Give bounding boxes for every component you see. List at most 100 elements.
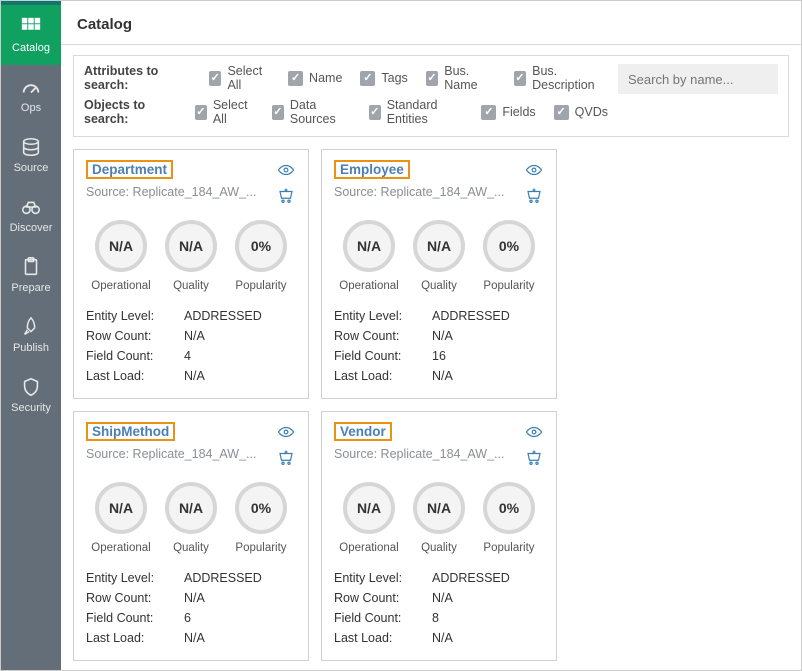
checkbox-name[interactable]: Name [288, 71, 342, 86]
sidebar-item-catalog[interactable]: Catalog [1, 5, 61, 65]
row-count-key: Row Count: [86, 326, 174, 346]
sidebar: Catalog Ops Source Discover Prepare Publ… [1, 1, 61, 670]
preview-icon-button[interactable] [276, 422, 296, 442]
field-count-value: 8 [432, 608, 439, 628]
entity-level-value: ADDRESSED [432, 306, 510, 326]
checkbox-standard-entities[interactable]: Standard Entities [369, 98, 464, 126]
add-to-cart-icon-button[interactable] [276, 448, 296, 468]
last-load-key: Last Load: [334, 366, 422, 386]
sidebar-item-security[interactable]: Security [1, 365, 61, 425]
grid-icon [20, 16, 42, 38]
entity-card: Employee Source: Replicate_184_AW_... N/… [321, 149, 557, 399]
last-load-value: N/A [432, 628, 453, 648]
search-input[interactable] [618, 64, 778, 94]
quality-label: Quality [173, 542, 209, 554]
sidebar-item-label: Discover [10, 222, 53, 234]
attributes-label: Attributes to search: [84, 64, 187, 92]
entity-level-key: Entity Level: [334, 306, 422, 326]
eye-icon [277, 423, 295, 441]
card-grid: Department Source: Replicate_184_AW_... … [61, 137, 801, 670]
popularity-ring: 0% [235, 220, 287, 272]
operational-ring: N/A [95, 482, 147, 534]
last-load-value: N/A [432, 366, 453, 386]
field-count-value: 6 [184, 608, 191, 628]
checkbox-tags[interactable]: Tags [360, 71, 407, 86]
row-count-value: N/A [432, 326, 453, 346]
entity-card: Department Source: Replicate_184_AW_... … [73, 149, 309, 399]
eye-icon [525, 161, 543, 179]
preview-icon-button[interactable] [524, 160, 544, 180]
field-count-key: Field Count: [334, 608, 422, 628]
cart-icon [277, 449, 295, 467]
quality-label: Quality [421, 280, 457, 292]
entity-title-link[interactable]: Department [86, 160, 173, 179]
eye-icon [525, 423, 543, 441]
database-icon [20, 136, 42, 158]
sidebar-item-publish[interactable]: Publish [1, 305, 61, 365]
sidebar-item-source[interactable]: Source [1, 125, 61, 185]
row-count-key: Row Count: [86, 588, 174, 608]
entity-source: Source: Replicate_184_AW_... [334, 447, 518, 461]
last-load-key: Last Load: [334, 628, 422, 648]
checkbox-qvds[interactable]: QVDs [554, 105, 608, 120]
binoculars-icon [20, 196, 42, 218]
operational-ring: N/A [343, 482, 395, 534]
last-load-value: N/A [184, 366, 205, 386]
checkbox-bus-name[interactable]: Bus. Name [426, 64, 496, 92]
operational-label: Operational [339, 542, 398, 554]
entity-title-link[interactable]: ShipMethod [86, 422, 175, 441]
entity-source: Source: Replicate_184_AW_... [86, 447, 270, 461]
row-count-key: Row Count: [334, 588, 422, 608]
quality-ring: N/A [413, 220, 465, 272]
filter-bar: Attributes to search: Select All Name Ta… [73, 55, 789, 137]
cart-icon [525, 187, 543, 205]
entity-card: Vendor Source: Replicate_184_AW_... N/A O… [321, 411, 557, 661]
row-count-key: Row Count: [334, 326, 422, 346]
checkbox-data-sources[interactable]: Data Sources [272, 98, 351, 126]
sidebar-item-label: Source [14, 162, 49, 174]
popularity-ring: 0% [483, 482, 535, 534]
preview-icon-button[interactable] [524, 422, 544, 442]
checkbox-select-all-obj[interactable]: Select All [195, 98, 254, 126]
operational-ring: N/A [95, 220, 147, 272]
operational-label: Operational [91, 542, 150, 554]
entity-level-value: ADDRESSED [184, 306, 262, 326]
checkbox-bus-description[interactable]: Bus. Description [514, 64, 608, 92]
add-to-cart-icon-button[interactable] [276, 186, 296, 206]
checkbox-fields[interactable]: Fields [481, 105, 535, 120]
gauge-icon [20, 76, 42, 98]
popularity-label: Popularity [235, 542, 286, 554]
sidebar-item-prepare[interactable]: Prepare [1, 245, 61, 305]
row-count-value: N/A [432, 588, 453, 608]
field-count-key: Field Count: [86, 346, 174, 366]
row-count-value: N/A [184, 326, 205, 346]
sidebar-item-label: Catalog [12, 42, 50, 54]
entity-level-key: Entity Level: [86, 568, 174, 588]
preview-icon-button[interactable] [276, 160, 296, 180]
add-to-cart-icon-button[interactable] [524, 448, 544, 468]
entity-title-link[interactable]: Employee [334, 160, 410, 179]
checkbox-select-all-attr[interactable]: Select All [209, 64, 270, 92]
quality-ring: N/A [165, 220, 217, 272]
entity-title-link[interactable]: Vendor [334, 422, 392, 441]
add-to-cart-icon-button[interactable] [524, 186, 544, 206]
sidebar-item-label: Prepare [11, 282, 50, 294]
popularity-label: Popularity [235, 280, 286, 292]
sidebar-item-label: Ops [21, 102, 41, 114]
cart-icon [277, 187, 295, 205]
row-count-value: N/A [184, 588, 205, 608]
sidebar-item-discover[interactable]: Discover [1, 185, 61, 245]
sidebar-item-label: Security [11, 402, 51, 414]
entity-card: ShipMethod Source: Replicate_184_AW_... … [73, 411, 309, 661]
popularity-label: Popularity [483, 542, 534, 554]
sidebar-item-ops[interactable]: Ops [1, 65, 61, 125]
operational-ring: N/A [343, 220, 395, 272]
field-count-key: Field Count: [334, 346, 422, 366]
quality-ring: N/A [165, 482, 217, 534]
quality-label: Quality [421, 542, 457, 554]
last-load-key: Last Load: [86, 366, 174, 386]
rocket-icon [20, 316, 42, 338]
quality-ring: N/A [413, 482, 465, 534]
field-count-value: 16 [432, 346, 446, 366]
field-count-key: Field Count: [86, 608, 174, 628]
